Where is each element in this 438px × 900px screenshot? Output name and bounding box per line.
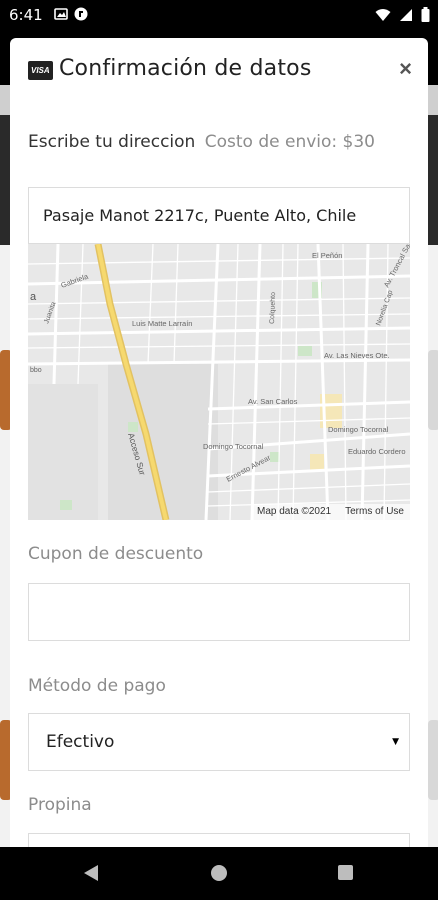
- close-icon[interactable]: ×: [399, 56, 412, 82]
- svg-text:Colquehto: Colquehto: [269, 292, 277, 324]
- address-label: Escribe tu direccion: [28, 132, 196, 152]
- map-terms-link[interactable]: Terms of Use: [345, 506, 404, 518]
- system-nav-bar: [0, 847, 438, 900]
- coupon-input[interactable]: [28, 583, 410, 641]
- map-label-san-carlos: Av. San Carlos: [248, 397, 298, 406]
- nav-recent-apps-icon[interactable]: [338, 865, 353, 880]
- caret-down-icon: ▼: [392, 737, 399, 747]
- svg-text:bbo: bbo: [30, 367, 42, 374]
- shipping-cost: Costo de envio: $30: [204, 132, 375, 152]
- map-label-el-penon: El Peñón: [312, 251, 342, 260]
- battery-icon: [421, 7, 430, 27]
- svg-text:a: a: [30, 291, 37, 303]
- status-bar: 6:41: [0, 0, 438, 30]
- map-label-eduardo: Eduardo Cordero: [348, 447, 406, 456]
- address-row: Escribe tu direccion Costo de envio: $30: [28, 132, 375, 152]
- modal-header: VISA Confirmación de datos ×: [10, 38, 428, 106]
- confirmation-modal: VISA Confirmación de datos × Escribe tu …: [10, 38, 428, 847]
- address-map[interactable]: Acceso Sur Av. San Carlos Domingo Tocorn…: [28, 244, 410, 520]
- map-canvas: Acceso Sur Av. San Carlos Domingo Tocorn…: [28, 244, 410, 520]
- payment-method-select[interactable]: Efectivo ▼: [28, 713, 410, 771]
- nav-home-icon[interactable]: [211, 865, 227, 881]
- address-input[interactable]: Pasaje Manot 2217c, Puente Alto, Chile: [28, 187, 410, 244]
- map-label-domingo-tocornal: Domingo Tocornal: [203, 442, 264, 451]
- app-notification-icon: [74, 7, 88, 21]
- payment-method-label: Método de pago: [28, 676, 166, 696]
- payment-method-value: Efectivo: [46, 732, 115, 752]
- map-label-domingo-tocornal-2: Domingo Tocornal: [328, 425, 389, 434]
- tip-input[interactable]: [28, 833, 410, 847]
- status-time: 6:41: [9, 6, 43, 24]
- tip-label: Propina: [28, 795, 92, 815]
- coupon-label: Cupon de descuento: [28, 544, 204, 564]
- signal-icon: [399, 8, 413, 27]
- photo-icon: [54, 7, 68, 21]
- nav-back-icon[interactable]: [84, 865, 98, 881]
- map-attribution: Map data ©2021 Terms of Use: [251, 504, 410, 520]
- map-label-luis-matte: Luis Matte Larraín: [132, 319, 192, 328]
- map-label-las-nieves: Av. Las Nieves Ote.: [324, 351, 390, 360]
- wifi-icon: [375, 8, 391, 27]
- visa-card-icon: VISA: [28, 61, 53, 80]
- modal-title: Confirmación de datos: [59, 56, 312, 81]
- map-data-credit: Map data ©2021: [257, 506, 332, 517]
